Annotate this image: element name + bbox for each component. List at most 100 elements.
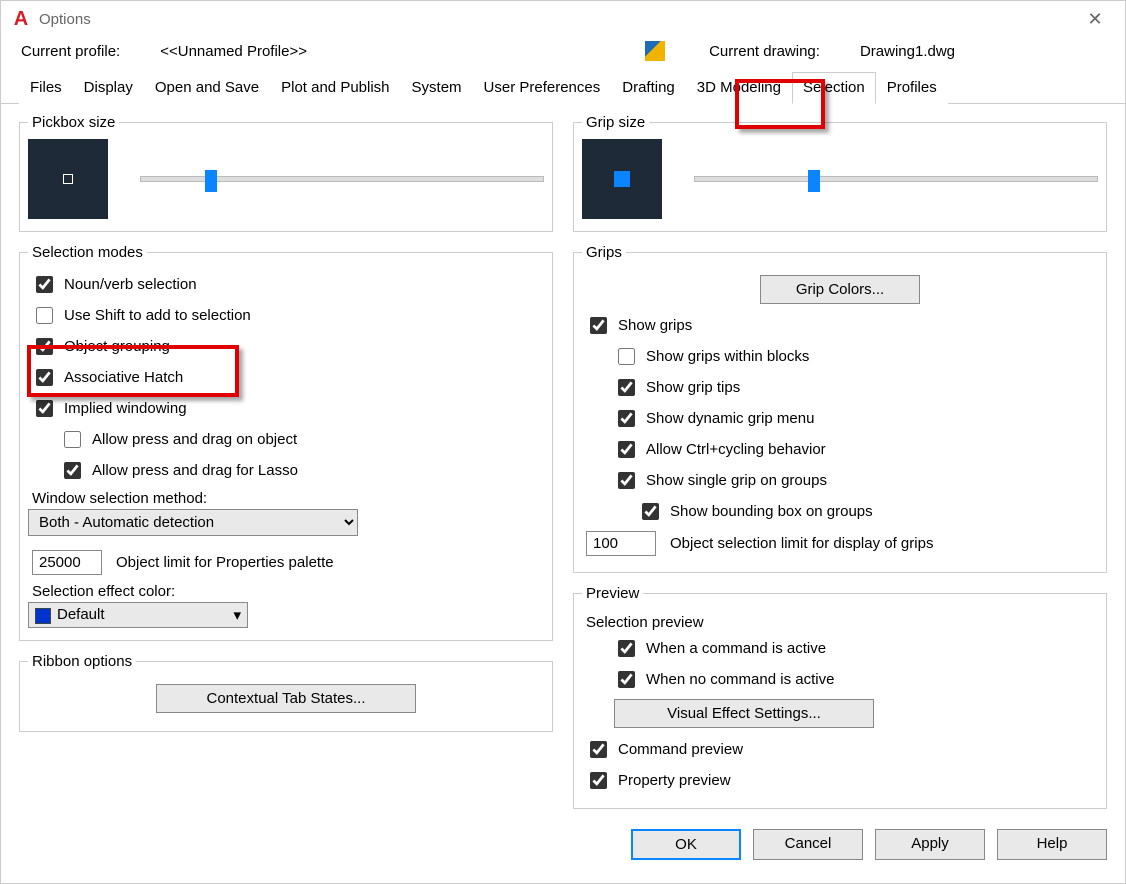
pickbox-preview: [28, 139, 108, 219]
grip-size-slider[interactable]: [694, 176, 1098, 182]
grip-size-slider-thumb[interactable]: [808, 170, 820, 192]
chk-object-grouping-label: Object grouping: [64, 338, 170, 355]
tab-drafting[interactable]: Drafting: [611, 72, 686, 104]
chk-dynamic-grip-menu[interactable]: Show dynamic grip menu: [582, 403, 1098, 434]
chk-ctrl-cycling[interactable]: Allow Ctrl+cycling behavior: [582, 434, 1098, 465]
tab-user-preferences[interactable]: User Preferences: [473, 72, 612, 104]
app-icon: A: [11, 9, 31, 29]
object-limit-label: Object limit for Properties palette: [116, 554, 334, 571]
grip-square-icon: [614, 171, 630, 187]
chk-bbox-groups[interactable]: Show bounding box on groups: [582, 496, 1098, 527]
grip-object-limit-input[interactable]: [586, 531, 656, 556]
chk-shift-add-box[interactable]: [36, 307, 53, 324]
chk-property-preview-box[interactable]: [590, 772, 607, 789]
chk-associative-hatch-box[interactable]: [36, 369, 53, 386]
tab-display[interactable]: Display: [73, 72, 144, 104]
selection-preview-label: Selection preview: [582, 610, 1098, 633]
tab-3d-modeling[interactable]: 3D Modeling: [686, 72, 792, 104]
cancel-button[interactable]: Cancel: [753, 829, 863, 860]
chk-property-preview[interactable]: Property preview: [582, 765, 1098, 796]
chk-grip-tips-label: Show grip tips: [646, 379, 740, 396]
dialog-footer: OK Cancel Apply Help: [1, 819, 1125, 874]
tabs: FilesDisplayOpen and SavePlot and Publis…: [1, 71, 1125, 104]
chk-noun-verb[interactable]: Noun/verb selection: [28, 269, 544, 300]
contextual-tab-states-button[interactable]: Contextual Tab States...: [156, 684, 416, 713]
tab-profiles[interactable]: Profiles: [876, 72, 948, 104]
chk-single-grip-groups-label: Show single grip on groups: [646, 472, 827, 489]
grip-size-group: Grip size: [573, 114, 1107, 232]
chk-command-preview-label: Command preview: [618, 741, 743, 758]
chk-grip-tips-box[interactable]: [618, 379, 635, 396]
selection-effect-color-combo[interactable]: Default ▾: [28, 602, 248, 628]
pickbox-size-group: Pickbox size: [19, 114, 553, 232]
chk-command-preview-box[interactable]: [590, 741, 607, 758]
chk-associative-hatch-label: Associative Hatch: [64, 369, 183, 386]
chk-grips-within-blocks-box[interactable]: [618, 348, 635, 365]
chk-grips-within-blocks[interactable]: Show grips within blocks: [582, 341, 1098, 372]
chk-grip-tips[interactable]: Show grip tips: [582, 372, 1098, 403]
chk-dynamic-grip-menu-box[interactable]: [618, 410, 635, 427]
chk-ctrl-cycling-label: Allow Ctrl+cycling behavior: [646, 441, 826, 458]
window-selection-method-combo[interactable]: Both - Automatic detection: [28, 509, 358, 536]
chk-press-drag-object[interactable]: Allow press and drag on object: [28, 424, 544, 455]
chk-when-no-command-active-box[interactable]: [618, 671, 635, 688]
grip-object-limit-label: Object selection limit for display of gr…: [670, 535, 933, 552]
ribbon-legend: Ribbon options: [28, 653, 136, 670]
close-icon[interactable]: ✕: [1075, 9, 1115, 30]
tab-content-selection: Pickbox size Selection modes Noun/verb s…: [1, 104, 1125, 819]
grip-size-legend: Grip size: [582, 114, 649, 131]
help-button[interactable]: Help: [997, 829, 1107, 860]
chk-single-grip-groups-box[interactable]: [618, 472, 635, 489]
chk-when-no-command-active[interactable]: When no command is active: [582, 664, 1098, 695]
chk-single-grip-groups[interactable]: Show single grip on groups: [582, 465, 1098, 496]
chk-dynamic-grip-menu-label: Show dynamic grip menu: [646, 410, 814, 427]
drawing-icon: [645, 41, 665, 61]
chk-ctrl-cycling-box[interactable]: [618, 441, 635, 458]
tab-plot-and-publish[interactable]: Plot and Publish: [270, 72, 400, 104]
current-drawing-label: Current drawing:: [709, 43, 820, 60]
tab-files[interactable]: Files: [19, 72, 73, 104]
chk-press-drag-object-box[interactable]: [64, 431, 81, 448]
grips-legend: Grips: [582, 244, 626, 261]
chk-object-grouping[interactable]: Object grouping: [28, 331, 544, 362]
chk-show-grips[interactable]: Show grips: [582, 310, 1098, 341]
ribbon-options-group: Ribbon options Contextual Tab States...: [19, 653, 553, 732]
chk-when-command-active-label: When a command is active: [646, 640, 826, 657]
chk-object-grouping-box[interactable]: [36, 338, 53, 355]
window-title: Options: [39, 11, 91, 28]
pickbox-slider[interactable]: [140, 176, 544, 182]
chk-shift-add[interactable]: Use Shift to add to selection: [28, 300, 544, 331]
chk-noun-verb-box[interactable]: [36, 276, 53, 293]
apply-button[interactable]: Apply: [875, 829, 985, 860]
visual-effect-settings-button[interactable]: Visual Effect Settings...: [614, 699, 874, 728]
current-profile-value: <<Unnamed Profile>>: [160, 43, 307, 60]
chk-implied-windowing-box[interactable]: [36, 400, 53, 417]
window-selection-method-label: Window selection method:: [28, 486, 544, 509]
chk-associative-hatch[interactable]: Associative Hatch: [28, 362, 544, 393]
current-drawing-value: Drawing1.dwg: [860, 43, 955, 60]
chk-show-grips-box[interactable]: [590, 317, 607, 334]
chk-implied-windowing[interactable]: Implied windowing: [28, 393, 544, 424]
tab-selection[interactable]: Selection: [792, 72, 876, 104]
chk-press-drag-lasso-label: Allow press and drag for Lasso: [92, 462, 298, 479]
pickbox-legend: Pickbox size: [28, 114, 119, 131]
chk-bbox-groups-box[interactable]: [642, 503, 659, 520]
chk-grips-within-blocks-label: Show grips within blocks: [646, 348, 809, 365]
grips-group: Grips Grip Colors... Show grips Show gri…: [573, 244, 1107, 573]
left-column: Pickbox size Selection modes Noun/verb s…: [19, 114, 553, 809]
selection-modes-group: Selection modes Noun/verb selection Use …: [19, 244, 553, 641]
chk-when-command-active-box[interactable]: [618, 640, 635, 657]
tab-open-and-save[interactable]: Open and Save: [144, 72, 270, 104]
tab-system[interactable]: System: [401, 72, 473, 104]
chk-command-preview[interactable]: Command preview: [582, 734, 1098, 765]
chk-press-drag-object-label: Allow press and drag on object: [92, 431, 297, 448]
chk-when-command-active[interactable]: When a command is active: [582, 633, 1098, 664]
chk-implied-windowing-label: Implied windowing: [64, 400, 187, 417]
object-limit-input[interactable]: [32, 550, 102, 575]
chk-press-drag-lasso-box[interactable]: [64, 462, 81, 479]
grip-colors-button[interactable]: Grip Colors...: [760, 275, 920, 304]
chk-press-drag-lasso[interactable]: Allow press and drag for Lasso: [28, 455, 544, 486]
ok-button[interactable]: OK: [631, 829, 741, 860]
color-swatch-icon: [35, 608, 51, 624]
pickbox-slider-thumb[interactable]: [205, 170, 217, 192]
